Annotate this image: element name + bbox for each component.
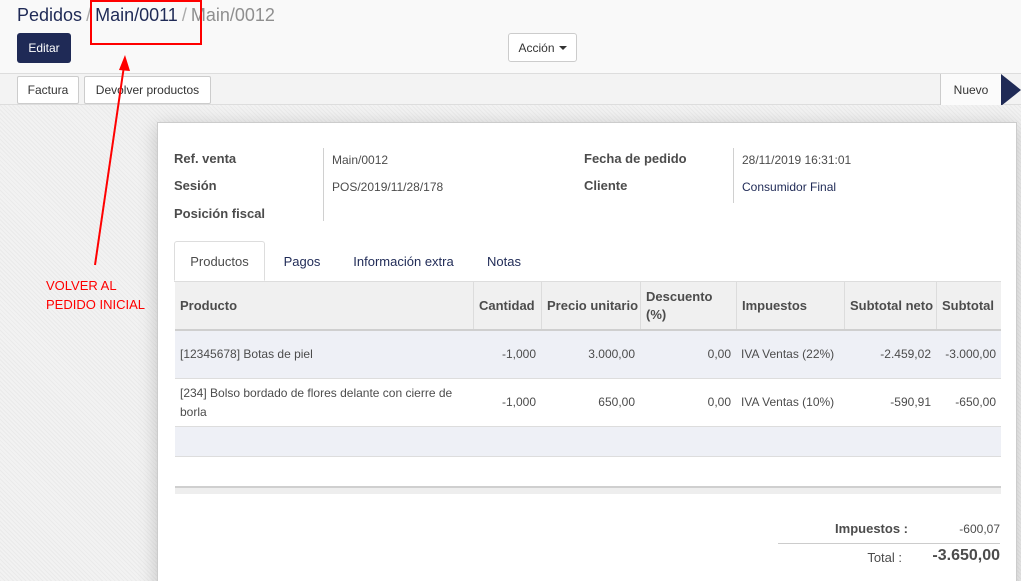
annotation-text: VOLVER AL PEDIDO INICIAL bbox=[46, 276, 145, 314]
annotation-line1: VOLVER AL bbox=[46, 278, 117, 293]
annotation-arrow-icon bbox=[94, 55, 130, 266]
annotation-line2: PEDIDO INICIAL bbox=[46, 297, 145, 312]
